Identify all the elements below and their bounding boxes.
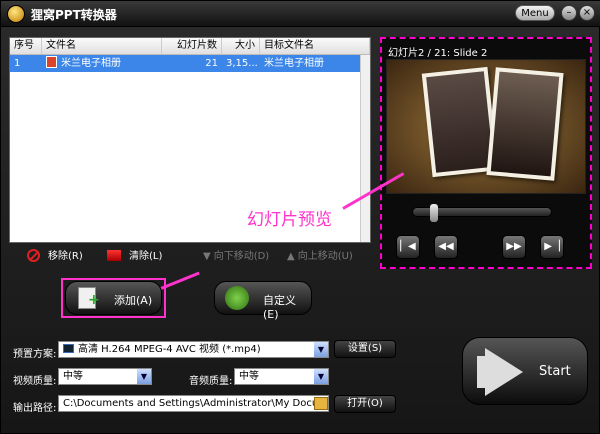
output-path-field[interactable]: C:\Documents and Settings\Administrator\… <box>58 395 329 412</box>
app-title: 狸窝PPT转换器 <box>31 8 117 22</box>
minimize-button[interactable]: – <box>561 5 577 21</box>
folder-icon[interactable] <box>314 397 328 410</box>
menu-button[interactable]: Menu <box>515 5 555 21</box>
start-button[interactable]: Start <box>462 337 588 405</box>
arrow-down-icon: ▼ <box>203 251 211 262</box>
clear-button[interactable]: 清除(L) <box>107 247 162 263</box>
video-quality-label: 视频质量: <box>13 376 57 387</box>
video-quality-select[interactable]: 中等 ▼ <box>58 368 152 385</box>
row-index: 1 <box>14 58 21 69</box>
remove-button[interactable]: 移除(R) <box>27 247 83 263</box>
column-header-target[interactable]: 目标文件名 <box>260 38 370 54</box>
slide-preview-panel: 幻灯片2 / 21: Slide 2 ▏◀ ◀◀ ▶▶ ▶▕ <box>380 37 592 269</box>
audio-quality-label: 音频质量: <box>189 376 233 387</box>
hd-icon <box>63 344 74 353</box>
open-folder-button[interactable]: 打开(O) <box>334 395 396 413</box>
list-scrollbar[interactable] <box>360 55 370 242</box>
settings-button[interactable]: 设置(S) <box>334 340 396 358</box>
arrow-up-icon: ▲ <box>287 251 295 262</box>
last-slide-button[interactable]: ▶▕ <box>540 235 564 259</box>
preset-label: 预置方案: <box>13 349 57 360</box>
chevron-down-icon: ▼ <box>314 342 328 357</box>
title-bar: 狸窝PPT转换器 Menu – × <box>1 1 600 27</box>
preview-slide-label: 幻灯片2 / 21: Slide 2 <box>388 48 488 59</box>
move-up-button[interactable]: ▲ 向上移动(U) <box>287 247 353 263</box>
column-header-slides[interactable]: 幻灯片数 <box>162 38 222 54</box>
close-button[interactable]: × <box>579 5 595 21</box>
playback-slider[interactable] <box>412 204 552 222</box>
row-target: 米兰电子相册 <box>264 58 324 69</box>
playback-slider-thumb[interactable] <box>430 204 438 222</box>
remove-icon <box>27 249 40 262</box>
first-slide-button[interactable]: ▏◀ <box>396 235 420 259</box>
row-size: 3,15... <box>226 58 258 69</box>
column-header-index[interactable]: 序号 <box>10 38 42 54</box>
chevron-down-icon: ▼ <box>137 369 151 384</box>
app-logo-icon <box>7 5 25 23</box>
audio-quality-select[interactable]: 中等 ▼ <box>234 368 329 385</box>
add-button[interactable]: 添加(A) <box>65 281 162 315</box>
custom-button[interactable]: 自定义(E) <box>214 281 312 321</box>
column-header-size[interactable]: 大小 <box>222 38 260 54</box>
previous-slide-button[interactable]: ◀◀ <box>434 235 458 259</box>
row-filename: 米兰电子相册 <box>61 58 121 69</box>
ppt-file-icon <box>46 56 57 68</box>
clear-icon <box>107 250 121 261</box>
chevron-down-icon: ▼ <box>314 369 328 384</box>
next-slide-button[interactable]: ▶▶ <box>502 235 526 259</box>
file-list-header: 序号 文件名 幻灯片数 大小 目标文件名 <box>10 38 370 55</box>
slide-photo-right <box>486 67 564 181</box>
app-window: 狸窝PPT转换器 Menu – × 序号 文件名 幻灯片数 大小 目标文件名 1… <box>0 0 600 434</box>
row-filename-cell: 米兰电子相册 <box>42 55 162 72</box>
slide-preview-image <box>386 59 586 194</box>
table-row[interactable]: 1 米兰电子相册 21 3,15... 米兰电子相册 <box>10 55 370 72</box>
annotation-preview-label: 幻灯片预览 <box>247 210 332 230</box>
column-header-filename[interactable]: 文件名 <box>42 38 162 54</box>
preset-select[interactable]: 高清 H.264 MPEG-4 AVC 视频 (*.mp4) ▼ <box>58 341 329 358</box>
move-down-button[interactable]: ▼ 向下移动(D) <box>203 247 269 263</box>
start-arrow-icon <box>485 348 523 396</box>
row-slides: 21 <box>205 58 218 69</box>
list-toolbar: 移除(R) 清除(L) ▼ 向下移动(D) ▲ 向上移动(U) <box>9 245 371 265</box>
start-arrow-icon-bar <box>477 356 485 388</box>
gear-tools-icon <box>225 286 249 310</box>
output-path-label: 输出路径: <box>13 403 57 414</box>
add-file-icon <box>78 287 100 309</box>
